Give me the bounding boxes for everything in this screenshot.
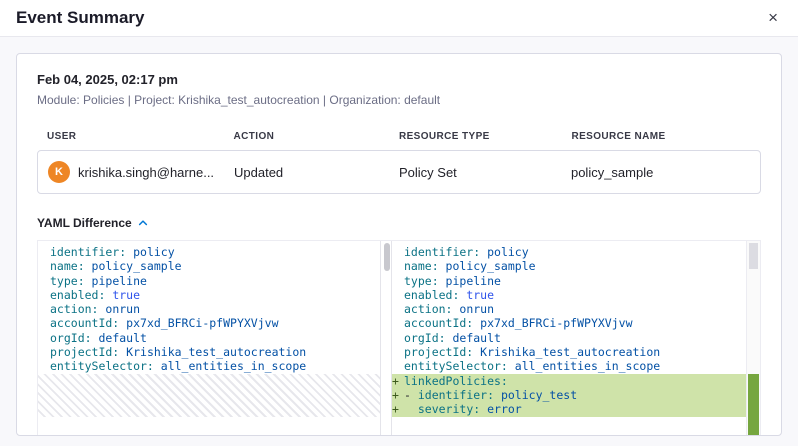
diff-line: orgId: default — [38, 331, 380, 345]
diff-line: identifier: policy — [38, 245, 380, 259]
diff-line-margin — [392, 359, 404, 373]
event-timestamp: Feb 04, 2025, 02:17 pm — [37, 72, 761, 87]
diff-line-margin — [38, 316, 50, 330]
table-row: K krishika.singh@harne... Updated Policy… — [37, 150, 761, 194]
diff-line-margin — [38, 259, 50, 273]
column-header-user: USER — [47, 131, 234, 142]
diff-line: projectId: Krishika_test_autocreation — [392, 345, 746, 359]
diff-line-margin: + — [392, 374, 404, 388]
column-header-resource-type: RESOURCE TYPE — [399, 131, 571, 142]
user-cell: K krishika.singh@harne... — [48, 161, 234, 183]
diff-line-margin — [38, 245, 50, 259]
diff-filler-hatched — [38, 374, 380, 417]
diff-line: enabled: true — [38, 288, 380, 302]
modal-header: Event Summary × — [0, 0, 798, 37]
diff-line: type: pipeline — [392, 274, 746, 288]
diff-line-margin — [38, 345, 50, 359]
action-cell: Updated — [234, 165, 399, 180]
diff-line: type: pipeline — [38, 274, 380, 288]
column-header-resource-name: RESOURCE NAME — [571, 131, 751, 142]
diff-gutter — [380, 241, 392, 436]
diff-line-margin — [38, 331, 50, 345]
diff-line-added: + severity: error — [392, 402, 746, 416]
yaml-difference-toggle[interactable]: YAML Difference — [37, 216, 149, 230]
diff-line: orgId: default — [392, 331, 746, 345]
diff-line-margin — [392, 245, 404, 259]
diff-line-margin — [38, 359, 50, 373]
ruler-added-marker — [748, 374, 759, 436]
diff-line-margin — [392, 331, 404, 345]
yaml-difference-label: YAML Difference — [37, 216, 132, 230]
yaml-diff-editor: identifier: policy name: policy_sample t… — [37, 240, 761, 436]
event-card: Feb 04, 2025, 02:17 pm Module: Policies … — [16, 53, 782, 436]
diff-line-added: +linkedPolicies: — [392, 374, 746, 388]
diff-pane-left[interactable]: identifier: policy name: policy_sample t… — [38, 241, 380, 436]
diff-line-margin — [38, 274, 50, 288]
diff-line-margin: + — [392, 402, 404, 416]
diff-line-margin — [392, 259, 404, 273]
diff-line-margin — [392, 345, 404, 359]
diff-line: projectId: Krishika_test_autocreation — [38, 345, 380, 359]
diff-line: entitySelector: all_entities_in_scope — [392, 359, 746, 373]
diff-line-margin: + — [392, 388, 404, 402]
page-title: Event Summary — [16, 8, 145, 28]
diff-line: enabled: true — [392, 288, 746, 302]
diff-line-margin — [392, 288, 404, 302]
diff-line: accountId: px7xd_BFRCi-pfWPYXVjvw — [38, 316, 380, 330]
user-name: krishika.singh@harne... — [78, 165, 214, 180]
diff-line: action: onrun — [392, 302, 746, 316]
overview-ruler — [746, 241, 760, 436]
diff-line: accountId: px7xd_BFRCi-pfWPYXVjvw — [392, 316, 746, 330]
diff-line: identifier: policy — [392, 245, 746, 259]
modal-body: Feb 04, 2025, 02:17 pm Module: Policies … — [0, 37, 798, 446]
diff-line-margin — [38, 288, 50, 302]
diff-line-margin — [392, 302, 404, 316]
right-scrollbar-thumb[interactable] — [749, 243, 758, 269]
left-scrollbar-thumb[interactable] — [384, 243, 390, 271]
diff-line: name: policy_sample — [392, 259, 746, 273]
resource-name-cell: policy_sample — [571, 165, 750, 180]
diff-pane-right[interactable]: identifier: policy name: policy_sample t… — [392, 241, 746, 436]
table-header-row: USER ACTION RESOURCE TYPE RESOURCE NAME — [37, 131, 761, 142]
resource-type-cell: Policy Set — [399, 165, 571, 180]
diff-line: entitySelector: all_entities_in_scope — [38, 359, 380, 373]
diff-line-margin — [392, 274, 404, 288]
diff-line-added: +- identifier: policy_test — [392, 388, 746, 402]
event-meta: Module: Policies | Project: Krishika_tes… — [37, 93, 761, 107]
avatar: K — [48, 161, 70, 183]
close-icon[interactable]: × — [764, 7, 782, 28]
chevron-up-icon — [137, 217, 149, 229]
diff-line: name: policy_sample — [38, 259, 380, 273]
diff-line-margin — [38, 302, 50, 316]
diff-line-margin — [392, 316, 404, 330]
column-header-action: ACTION — [234, 131, 399, 142]
diff-line: action: onrun — [38, 302, 380, 316]
